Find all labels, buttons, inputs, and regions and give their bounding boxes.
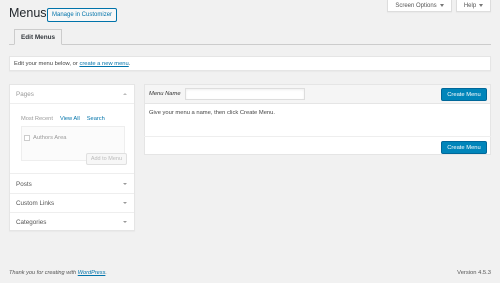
help-tab[interactable]: Help [456, 0, 491, 12]
tab-most-recent[interactable]: Most Recent [21, 116, 53, 122]
accordion-custom-links-title: Custom Links [16, 199, 55, 207]
create-new-menu-link[interactable]: create a new menu [79, 61, 128, 67]
caret-down-icon [439, 4, 444, 7]
tab-search[interactable]: Search [87, 116, 105, 122]
page-checkbox[interactable] [24, 135, 30, 141]
create-menu-button-bottom[interactable]: Create Menu [441, 141, 487, 154]
menu-instructions: Give your menu a name, then click Create… [149, 110, 275, 116]
chevron-down-icon [123, 182, 127, 185]
footer-thanks-text: Thank you for creating with [9, 270, 78, 276]
accordion-posts[interactable]: Posts [10, 175, 134, 193]
footer-version: Version 4.5.3 [457, 270, 491, 276]
accordion-pages[interactable]: Pages [10, 85, 134, 103]
menu-editor-divider [144, 136, 491, 137]
create-menu-button-top[interactable]: Create Menu [441, 88, 487, 101]
accordion-custom-links[interactable]: Custom Links [10, 194, 134, 212]
footer-thanks: Thank you for creating with WordPress. [9, 270, 107, 276]
manage-suffix: . [128, 60, 131, 67]
page-item[interactable]: Authors Area [24, 135, 67, 141]
help-label: Help [463, 2, 477, 9]
accordion-pages-title: Pages [16, 90, 34, 98]
add-to-menu-button[interactable]: Add to Menu [85, 153, 127, 165]
caret-down-icon [479, 4, 484, 7]
screen-options-label: Screen Options [395, 2, 437, 9]
page-item-label: Authors Area [33, 135, 67, 141]
accordion-categories[interactable]: Categories [10, 213, 134, 231]
manage-menus-bar: Edit your menu below, or create a new me… [9, 56, 491, 71]
menu-name-input[interactable] [185, 88, 305, 100]
divider [10, 103, 134, 104]
add-menu-items-panel: Pages Most Recent View All Search Author… [9, 84, 135, 231]
accordion-posts-title: Posts [16, 180, 32, 188]
pages-tabs: Most Recent View All Search [21, 116, 105, 122]
page-title: Menus [9, 6, 47, 20]
menu-name-label: Menu Name [149, 91, 181, 97]
chevron-down-icon [123, 201, 127, 204]
divider [10, 173, 134, 174]
tab-edit-menus[interactable]: Edit Menus [14, 29, 63, 45]
chevron-down-icon [123, 220, 127, 223]
manage-in-customizer-button[interactable]: Manage in Customizer [47, 8, 118, 22]
chevron-up-icon [123, 92, 127, 95]
accordion-categories-title: Categories [16, 218, 47, 226]
screen-options-tab[interactable]: Screen Options [387, 0, 452, 12]
manage-text: Edit your menu below, or [14, 60, 78, 67]
footer-thanks-suffix: . [105, 270, 107, 276]
nav-tab-divider [9, 44, 491, 45]
tab-view-all[interactable]: View All [60, 116, 80, 122]
wordpress-link[interactable]: WordPress [78, 270, 106, 276]
